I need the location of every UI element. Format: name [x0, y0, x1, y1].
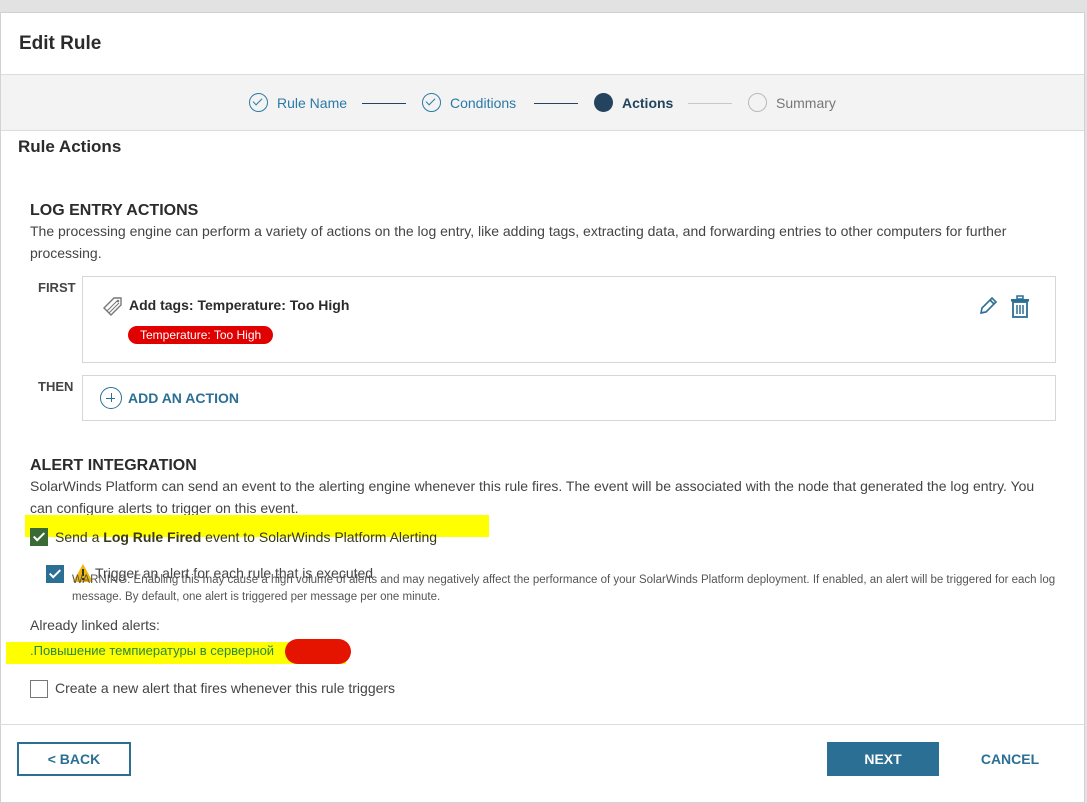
step-label: Summary [776, 94, 836, 111]
tag-badge: Temperature: Too High [128, 326, 274, 344]
active-step-dot-icon [594, 93, 613, 112]
footer-divider [0, 724, 1085, 725]
step-label: Actions [622, 94, 674, 111]
step-label: Conditions [450, 94, 517, 111]
log-entry-description: The processing engine can perform a vari… [30, 223, 1007, 261]
linked-alerts-label: Already linked alerts: [30, 617, 160, 633]
cancel-button[interactable]: CANCEL [960, 742, 1060, 776]
then-label: THEN [38, 379, 74, 394]
section-title: Rule Actions [18, 137, 122, 156]
back-button[interactable]: < BACK [17, 742, 131, 776]
step-label: Rule Name [277, 94, 348, 111]
action-title: Add tags: Temperature: Too High [129, 297, 350, 313]
action-card: Add tags: Temperature: Too High Temperat… [82, 276, 1056, 363]
add-action-button[interactable]: ADD AN ACTION [100, 387, 239, 409]
trigger-alert-checkbox[interactable] [46, 565, 64, 583]
add-action-label: ADD AN ACTION [128, 390, 239, 406]
redaction-mark [285, 639, 351, 664]
send-event-label: Send a Log Rule Fired event to SolarWind… [55, 529, 438, 545]
step-connector [362, 103, 406, 104]
alert-integration-heading: ALERT INTEGRATION [30, 457, 197, 474]
warning-text: WARNING: Enabling this may cause a high … [72, 574, 1056, 603]
alert-integration-description: SolarWinds Platform can send an event to… [30, 478, 1035, 516]
step-connector [534, 103, 578, 104]
step-summary[interactable]: Summary [748, 93, 836, 112]
first-label: FIRST [38, 280, 76, 295]
dialog-title: Edit Rule [19, 32, 102, 54]
add-action-card: ADD AN ACTION [82, 375, 1056, 421]
check-circle-icon [249, 93, 268, 112]
new-alert-label: Create a new alert that fires whenever t… [55, 680, 396, 696]
step-connector [688, 103, 732, 104]
linked-alert-link[interactable]: .Повышение темпиературы в серверной [30, 643, 274, 658]
empty-circle-icon [748, 93, 767, 112]
trash-icon[interactable] [1009, 295, 1031, 322]
step-rule-name[interactable]: Rule Name [249, 93, 347, 112]
plus-circle-icon [100, 387, 122, 409]
wizard-stepper: Rule Name Conditions Actions Summary [1, 74, 1084, 131]
check-circle-icon [422, 93, 441, 112]
dialog-header: Edit Rule [1, 13, 1084, 74]
log-entry-heading: LOG ENTRY ACTIONS [30, 202, 199, 219]
step-actions: Actions [594, 93, 673, 112]
new-alert-checkbox[interactable] [30, 680, 48, 698]
step-conditions[interactable]: Conditions [422, 93, 516, 112]
send-event-checkbox[interactable] [30, 528, 48, 546]
next-button[interactable]: NEXT [827, 742, 939, 776]
pencil-edit-icon[interactable] [977, 295, 999, 320]
tag-icon [101, 295, 125, 322]
